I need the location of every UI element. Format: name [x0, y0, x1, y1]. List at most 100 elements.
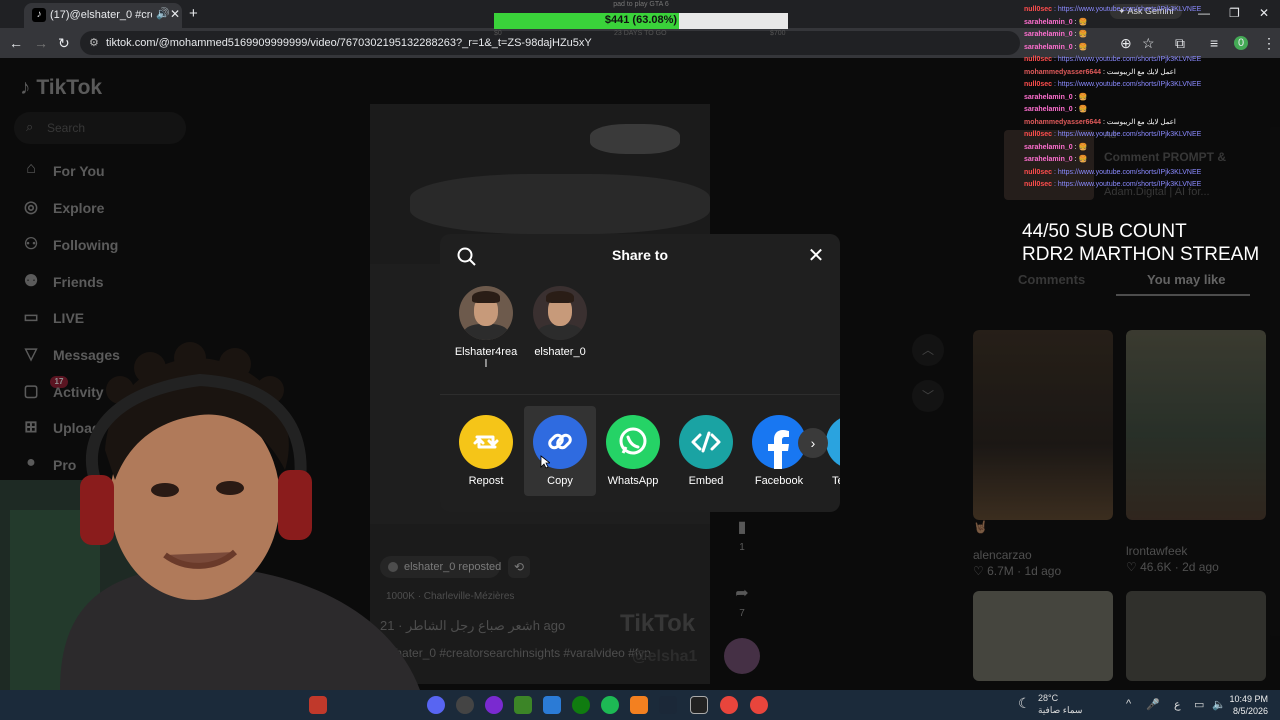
- stream-chat-overlay: null0sec : https://www.youtube.com/short…: [1024, 4, 1280, 192]
- chat-username: null0sec: [1024, 181, 1053, 188]
- chat-text: : 🍔: [1072, 31, 1088, 38]
- opera-icon[interactable]: [485, 696, 503, 714]
- chat-message: sarahelamin_0 : 🍔: [1024, 104, 1280, 117]
- chat-username: null0sec: [1024, 56, 1053, 63]
- weather-condition: سماء صافية: [1038, 705, 1083, 715]
- chevron-right-icon[interactable]: ›: [798, 428, 828, 458]
- speaker-icon[interactable]: 🔊: [156, 7, 170, 20]
- share-contact[interactable]: Elshater4real: [454, 286, 518, 370]
- chat-text: : https://www.youtube.com/shorts/IPjk3KL…: [1052, 6, 1202, 13]
- chat-username: sarahelamin_0: [1024, 106, 1073, 113]
- app-icon[interactable]: [309, 696, 327, 714]
- share-label: Copy: [547, 475, 573, 487]
- close-icon[interactable]: ✕: [806, 246, 826, 266]
- url-text: tiktok.com/@mohammed5169909999999/video/…: [106, 37, 592, 49]
- chat-username: null0sec: [1024, 168, 1053, 176]
- url-field[interactable]: ⚙ tiktok.com/@mohammed5169909999999/vide…: [80, 31, 1020, 55]
- chat-username: mohammedyasser6644: [1024, 68, 1102, 76]
- minecraft-icon[interactable]: [514, 696, 532, 714]
- chat-username: sarahelamin_0: [1024, 18, 1073, 26]
- embed-icon: [679, 415, 733, 469]
- clock[interactable]: 10:49 PM 8/5/2026: [1228, 693, 1268, 717]
- chat-username: sarahelamin_0: [1024, 156, 1073, 163]
- discord-icon[interactable]: [427, 696, 445, 714]
- sub-count-label: 44/50 SUB COUNT: [1022, 221, 1187, 242]
- epic-games-icon[interactable]: [690, 696, 708, 714]
- spotify-icon[interactable]: [601, 696, 619, 714]
- share-label: Repost: [468, 475, 504, 487]
- contact-name: elshater_0: [534, 346, 586, 358]
- chat-text: : https://www.youtube.com/shorts/IPjk3KL…: [1052, 181, 1202, 188]
- repost-icon: [459, 415, 513, 469]
- modal-title: Share to: [611, 247, 668, 263]
- chat-username: sarahelamin_0: [1024, 93, 1073, 101]
- site-info-icon[interactable]: ⚙: [89, 36, 99, 49]
- chat-message: null0sec : https://www.youtube.com/short…: [1024, 179, 1280, 192]
- chrome-icon[interactable]: [750, 696, 768, 714]
- whatsapp-icon: [606, 415, 660, 469]
- chat-message: sarahelamin_0 : 🍔: [1024, 142, 1280, 155]
- weather-temp: 28°C: [1038, 693, 1059, 703]
- new-tab-button[interactable]: +: [189, 5, 198, 22]
- steam-icon[interactable]: [659, 696, 677, 714]
- share-label: Embed: [688, 475, 724, 487]
- obs-icon[interactable]: [456, 696, 474, 714]
- webcam-overlay: [0, 330, 420, 690]
- donation-label: $441 (63.08%): [604, 14, 678, 26]
- avatar: [459, 286, 513, 340]
- share-label: Facebook: [754, 475, 804, 487]
- clock-date: 8/5/2026: [1232, 706, 1268, 716]
- share-copy-button[interactable]: Copy: [524, 406, 596, 496]
- chat-text: : اعمل لايك مع الريبوست: [1101, 68, 1176, 76]
- chat-message: mohammedyasser6644 : اعمل لايك مع الريبو…: [1024, 67, 1280, 80]
- browser-tab[interactable]: ♪ (17)@elshater_0 #creatorse 🔊 ✕: [24, 3, 182, 28]
- chat-message: null0sec : https://www.youtube.com/short…: [1024, 129, 1280, 142]
- windows-taskbar: ☾ 28°C سماء صافية ^ 🎤 ع ▭ 🔈 10:49 PM 8/5…: [0, 690, 1280, 720]
- reload-icon[interactable]: ↻: [58, 35, 70, 52]
- chat-message: sarahelamin_0 : 🍔: [1024, 92, 1280, 105]
- back-icon[interactable]: ←: [9, 35, 23, 51]
- forward-icon[interactable]: →: [34, 35, 48, 51]
- chevron-up-icon[interactable]: ^: [1126, 698, 1131, 710]
- mouse-cursor-icon: [540, 455, 552, 469]
- chat-message: null0sec : https://www.youtube.com/short…: [1024, 79, 1280, 92]
- chat-message: sarahelamin_0 : 🍔: [1024, 42, 1280, 55]
- stream-title-label: RDR2 MARTHON STREAM: [1022, 244, 1260, 265]
- share-contact[interactable]: elshater_0: [528, 286, 592, 358]
- donation-min: $0: [494, 30, 502, 37]
- chat-username: mohammedyasser6644: [1024, 118, 1102, 126]
- clock-time: 10:49 PM: [1229, 694, 1268, 704]
- chat-text: : https://www.youtube.com/shorts/IPjk3KL…: [1052, 131, 1202, 138]
- share-embed-button[interactable]: Embed: [670, 406, 742, 496]
- avatar: [533, 286, 587, 340]
- close-tab-icon[interactable]: ✕: [170, 7, 180, 21]
- telegram-icon: [826, 415, 840, 469]
- share-modal: Share to ✕ Elshater4real elshater_0 Repo…: [440, 234, 840, 512]
- share-whatsapp-button[interactable]: WhatsApp: [597, 406, 669, 496]
- chat-message: sarahelamin_0 : 🍔: [1024, 29, 1280, 42]
- network-icon[interactable]: ▭: [1194, 698, 1204, 711]
- chat-username: null0sec: [1024, 6, 1053, 13]
- donation-goal: $700: [770, 30, 786, 37]
- file-explorer-icon[interactable]: [543, 696, 561, 714]
- chrome-icon[interactable]: [720, 696, 738, 714]
- cloud-app-icon[interactable]: [630, 696, 648, 714]
- microphone-icon[interactable]: 🎤: [1146, 698, 1160, 711]
- share-repost-button[interactable]: Repost: [450, 406, 522, 496]
- chat-text: : 🍔: [1072, 156, 1088, 163]
- chat-username: null0sec: [1024, 131, 1053, 138]
- tiktok-favicon-icon: ♪: [32, 8, 46, 22]
- chat-message: null0sec : https://www.youtube.com/short…: [1024, 54, 1280, 67]
- chat-text: : 🍔: [1072, 43, 1088, 51]
- stream-sub-count: 44/50 SUB COUNT RDR2 MARTHON STREAM: [1022, 220, 1259, 266]
- chat-text: : 🍔: [1072, 143, 1088, 151]
- chat-text: : اعمل لايك مع الريبوست: [1101, 118, 1176, 126]
- chat-message: sarahelamin_0 : 🍔: [1024, 17, 1280, 30]
- donation-goal-bar: $441 (63.08%): [494, 13, 788, 29]
- donation-caption: pad to play GTA 6: [613, 1, 669, 8]
- xbox-icon[interactable]: [572, 696, 590, 714]
- chat-text: : https://www.youtube.com/shorts/IPjk3KL…: [1052, 168, 1202, 176]
- language-indicator[interactable]: ع: [1174, 698, 1181, 711]
- tab-title: (17)@elshater_0 #creatorse: [50, 9, 152, 21]
- volume-icon[interactable]: 🔈: [1212, 698, 1226, 711]
